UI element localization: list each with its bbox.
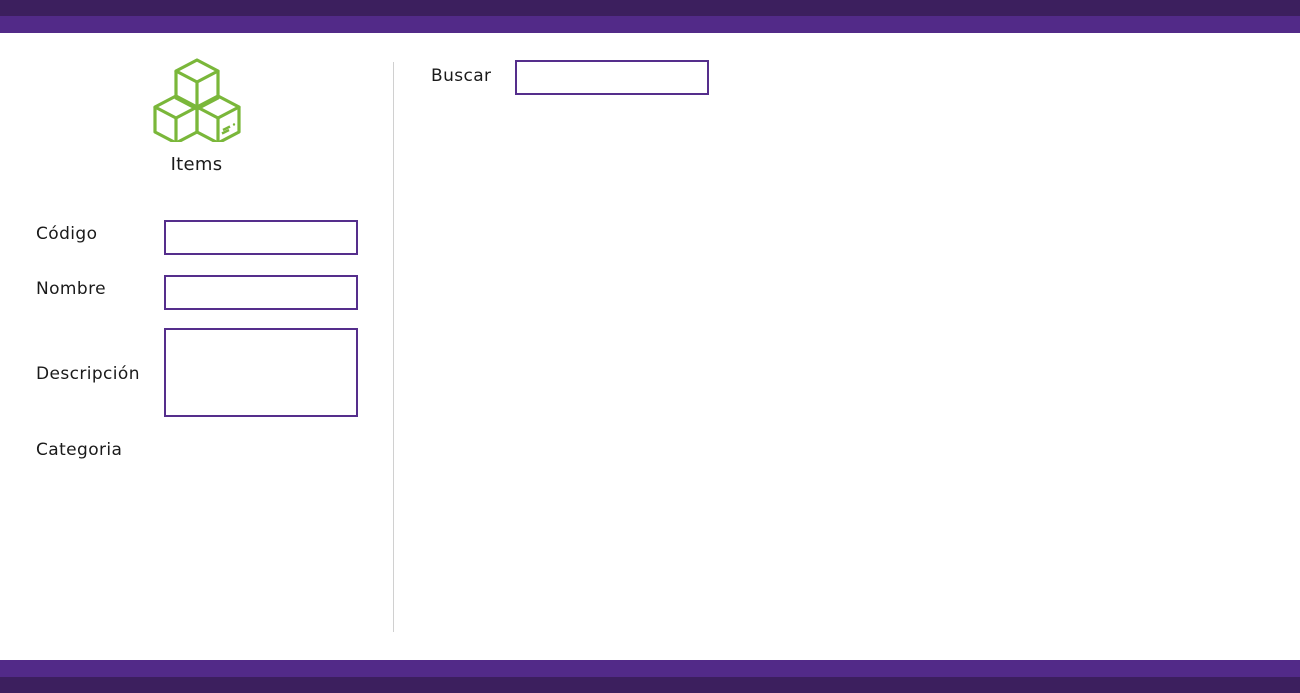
codigo-label: Código xyxy=(36,224,98,244)
descripcion-label: Descripción xyxy=(36,364,140,384)
footer-bar-dark xyxy=(0,677,1300,693)
descripcion-textarea[interactable] xyxy=(164,328,358,417)
codigo-input[interactable] xyxy=(164,220,358,255)
header-bar-accent xyxy=(0,16,1300,33)
boxes-icon xyxy=(152,58,242,145)
form-title: Items xyxy=(170,154,223,175)
categoria-label: Categoria xyxy=(36,440,123,460)
footer-bar-accent xyxy=(0,660,1300,677)
nombre-label: Nombre xyxy=(36,279,106,299)
search-input[interactable] xyxy=(515,60,709,95)
panel-divider xyxy=(393,62,394,632)
header-bar-dark xyxy=(0,0,1300,16)
search-label: Buscar xyxy=(431,66,492,86)
item-form-panel: Items Código Nombre Descripción Categori… xyxy=(0,33,393,633)
nombre-input[interactable] xyxy=(164,275,358,310)
